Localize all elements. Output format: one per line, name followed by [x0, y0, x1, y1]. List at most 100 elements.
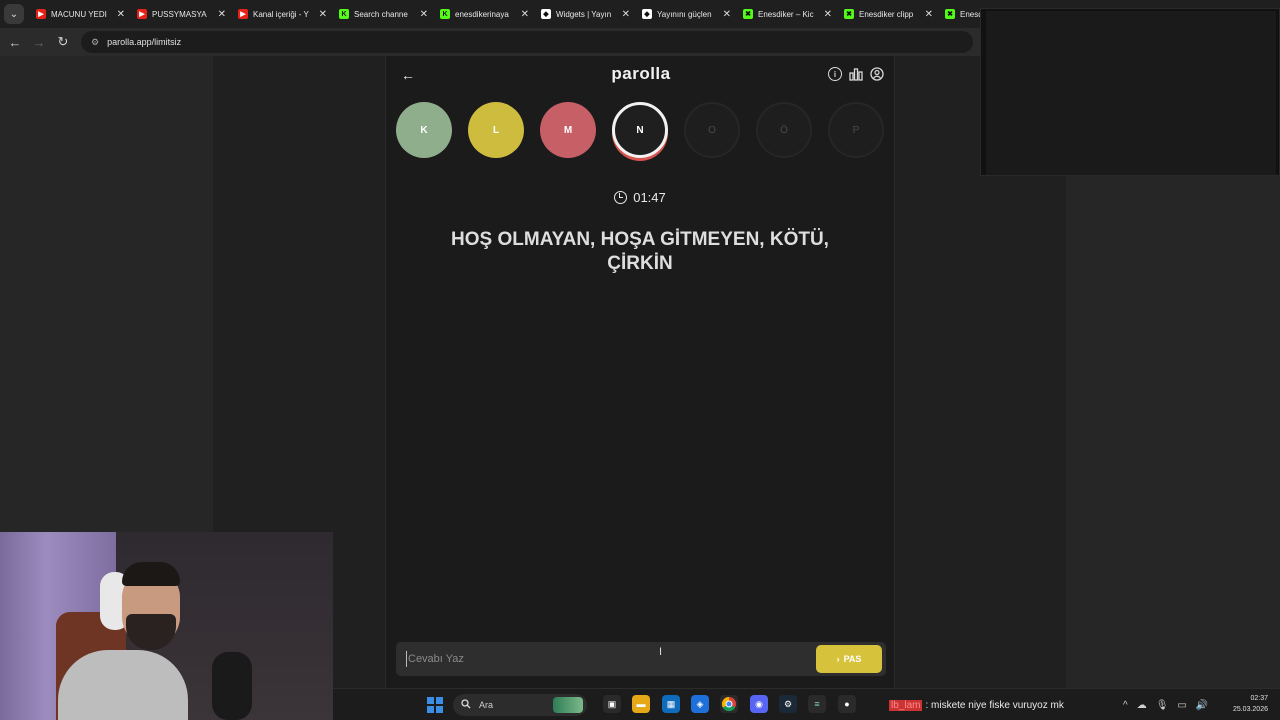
tab-title: Search channe: [354, 9, 408, 19]
tab-favicon-icon: K: [339, 9, 349, 19]
tab-title: Widgets | Yayın: [556, 9, 612, 19]
store-icon[interactable]: ▦: [662, 695, 680, 713]
back-arrow-icon[interactable]: ←: [3, 30, 27, 54]
info-icon[interactable]: i: [828, 67, 842, 81]
chevron-right-icon: ›: [836, 654, 840, 664]
tab-close-icon[interactable]: ✕: [218, 9, 226, 20]
system-tray: ^ ☁ 🎙 ▭ 🔊: [1123, 695, 1208, 715]
tab-title: Enesdiker – Kic: [758, 9, 814, 19]
tab-close-icon[interactable]: ✕: [622, 9, 630, 20]
windows-start-icon[interactable]: [427, 697, 443, 713]
stats-chart-icon[interactable]: [849, 67, 863, 81]
chat-message-text: : miskete niye fiske vuruyoz mk: [925, 700, 1064, 711]
webcam-person-hair: [122, 562, 180, 586]
tab-list: ▶ MACUNU YEDI ✕ ▶ PUSSYMASYA ✕ ▶ Kanal içeriği …: [30, 0, 1040, 28]
webcam-microphone: [212, 652, 252, 720]
tab-favicon-icon: ▶: [137, 9, 147, 19]
stream-overlay-panel: [980, 8, 1280, 176]
volume-icon[interactable]: 🔊: [1196, 700, 1208, 711]
timer-value: 01:47: [633, 190, 666, 205]
tab-close-icon[interactable]: ✕: [521, 9, 529, 20]
obs-icon[interactable]: ●: [838, 695, 856, 713]
screen: ⌄ ▶ MACUNU YEDI ✕ ▶ PUSSYMASYA ✕ ▶ Kanal içeriğ…: [0, 0, 1280, 720]
tab-close-icon[interactable]: ✕: [824, 9, 832, 20]
tab-title: Yayınını güçlen: [657, 9, 712, 19]
browser-tab[interactable]: ✖ Enesdiker clipp ✕: [838, 0, 939, 28]
tab-close-icon[interactable]: ✕: [723, 9, 731, 20]
browser-toolbar: ← → ↻ ⚙ parolla.app/limitsiz: [0, 28, 980, 56]
tray-overflow-chevron-icon[interactable]: ^: [1123, 700, 1128, 711]
forward-arrow-icon[interactable]: →: [27, 30, 51, 54]
tab-favicon-icon: ✖: [945, 9, 955, 19]
clock-date: 25.03.2026: [1232, 706, 1268, 713]
user-account-icon[interactable]: [870, 67, 884, 81]
webcam-person-body: [58, 650, 188, 720]
letter-pending: P: [828, 102, 884, 158]
pass-button[interactable]: › PAS: [816, 645, 882, 673]
chat-username: lb_lam: [889, 700, 923, 711]
letter-wrong: M: [540, 102, 596, 158]
text-cursor-icon: I: [659, 646, 663, 658]
url-text: parolla.app/limitsiz: [107, 37, 182, 47]
tab-close-icon[interactable]: ✕: [420, 9, 428, 20]
page-background-left: [0, 56, 213, 532]
browser-tab[interactable]: ▶ Kanal içeriği - Y ✕: [232, 0, 333, 28]
tab-close-icon[interactable]: ✕: [925, 9, 933, 20]
clock-time: 02:37: [1250, 695, 1268, 702]
letter-pending: Ö: [756, 102, 812, 158]
browser-tab[interactable]: ▶ MACUNU YEDI ✕: [30, 0, 131, 28]
browser-tab[interactable]: ◆ Widgets | Yayın ✕: [535, 0, 636, 28]
browser-tab[interactable]: ✖ Enesdiker – Kic ✕: [737, 0, 838, 28]
answer-form: › PAS: [396, 642, 886, 676]
file-explorer-icon[interactable]: ▬: [632, 695, 650, 713]
discord-icon[interactable]: ◉: [750, 695, 768, 713]
reload-icon[interactable]: ↻: [51, 30, 75, 54]
taskbar-search-placeholder: Ara: [479, 700, 494, 710]
address-bar[interactable]: ⚙ parolla.app/limitsiz: [81, 31, 973, 53]
tab-favicon-icon: ✖: [844, 9, 854, 19]
browser-tab[interactable]: Kenesdikerinaya ✕: [434, 0, 535, 28]
task-view-icon[interactable]: ▣: [603, 695, 621, 713]
clock-icon: [614, 191, 628, 204]
taskbar-search[interactable]: Ara: [453, 694, 587, 716]
site-settings-icon[interactable]: ⚙: [91, 37, 99, 48]
app-logo: parolla: [611, 64, 671, 83]
taskbar: Ara ▣ ▬ ▦ ◈ ◉ ⚙ ≡ ● lb_lam : miskete niy…: [333, 688, 1280, 720]
tab-favicon-icon: K: [440, 9, 450, 19]
steam-icon[interactable]: ⚙: [779, 695, 797, 713]
app-header: ← parolla i: [386, 56, 896, 94]
answer-input[interactable]: [406, 651, 806, 667]
timer: 01:47: [386, 190, 894, 205]
overlay-panel-inner: [986, 11, 1276, 175]
taskbar-clock[interactable]: 02:37 25.03.2026: [1224, 693, 1268, 715]
letter-passed: L: [468, 102, 524, 158]
pass-button-label: PAS: [843, 654, 862, 664]
tab-favicon-icon: ▶: [36, 9, 46, 19]
tab-search-chevron-icon[interactable]: ⌄: [4, 4, 24, 24]
app-icon[interactable]: ◈: [691, 695, 709, 713]
tab-close-icon[interactable]: ✕: [319, 9, 327, 20]
browser-tab[interactable]: K Search channe ✕: [333, 0, 434, 28]
parolla-game: ← parolla i KLMNOÖP 01:47 HOŞ OLMAYAN, H…: [385, 56, 895, 688]
letter-correct: K: [396, 102, 452, 158]
tab-title: Enesdiker clipp: [859, 9, 914, 19]
chat-overlay-message: lb_lam : miskete niye fiske vuruyoz mk: [889, 698, 1089, 713]
chrome-icon[interactable]: [720, 695, 738, 713]
question-text: HOŞ OLMAYAN, HOŞA GİTMEYEN, KÖTÜ, ÇİRKİN: [451, 229, 829, 274]
webcam-feed: [0, 532, 333, 720]
tab-favicon-icon: ◆: [541, 9, 551, 19]
microphone-icon[interactable]: 🎙: [1156, 700, 1169, 711]
browser-tab[interactable]: ◆ Yayınını güçlen ✕: [636, 0, 737, 28]
search-icon: [461, 699, 471, 711]
display-icon[interactable]: ▭: [1177, 700, 1186, 711]
browser-tab[interactable]: ▶ PUSSYMASYA ✕: [131, 0, 232, 28]
network-icon[interactable]: ☁: [1137, 700, 1147, 711]
page-background-right: [1066, 176, 1280, 688]
letter-pending: O: [684, 102, 740, 158]
search-highlight-image: [553, 697, 583, 713]
tab-close-icon[interactable]: ✕: [117, 9, 125, 20]
tab-favicon-icon: ▶: [238, 9, 248, 19]
letter-wheel: KLMNOÖP: [396, 102, 886, 162]
notes-app-icon[interactable]: ≡: [808, 695, 826, 713]
tab-title: enesdikerinaya: [455, 9, 509, 19]
